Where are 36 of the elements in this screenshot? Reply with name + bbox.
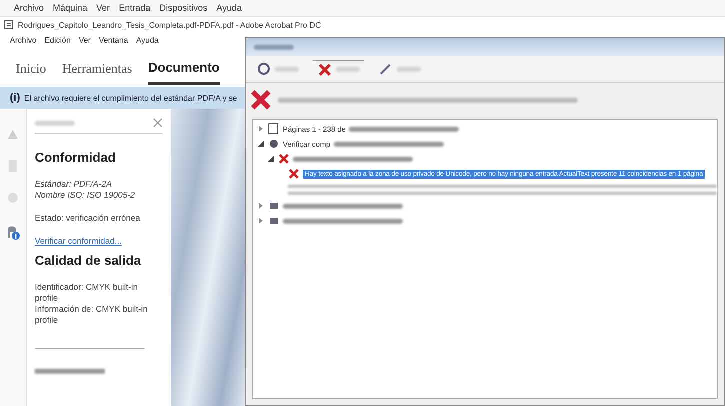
- menu-item[interactable]: Ver: [78, 36, 91, 44]
- property-text: Información de: CMYK built-in profile: [35, 304, 149, 326]
- window-title: Rodrigues_Capitolo_Leandro_Tesis_Completa.pdf-PDFA.pdf - Adobe Acrobat Pro DC: [18, 20, 322, 30]
- tab[interactable]: Herramientas: [62, 56, 132, 84]
- property-text: Estado: verificación errónea: [35, 213, 142, 224]
- menu-item[interactable]: Ventana: [98, 36, 128, 44]
- blurred-text: [35, 120, 75, 126]
- section-heading: Conformidad: [35, 150, 117, 165]
- results-button[interactable]: [313, 60, 364, 78]
- error-icon: [288, 168, 300, 180]
- menu-item[interactable]: Ayuda: [216, 3, 242, 13]
- error-icon: [250, 89, 272, 111]
- blurred-text: [254, 44, 294, 50]
- circle-icon: [6, 191, 20, 205]
- error-icon: [278, 153, 290, 165]
- tab[interactable]: Inicio: [16, 56, 46, 84]
- menu-item[interactable]: Entrada: [119, 3, 151, 13]
- menu-item[interactable]: Máquina: [53, 3, 88, 13]
- menu-item[interactable]: Edición: [44, 36, 71, 44]
- section-heading: Calidad de salida: [35, 253, 142, 268]
- page-icon: [268, 123, 280, 135]
- menu-item[interactable]: Dispositivos: [160, 3, 208, 13]
- menu-item[interactable]: Archivo: [14, 3, 44, 13]
- menu-item[interactable]: Ayuda: [136, 36, 159, 44]
- menu-item[interactable]: Archivo: [10, 36, 37, 44]
- menu-item[interactable]: Ver: [96, 3, 110, 13]
- verify-link[interactable]: Verificar conformidad...: [35, 236, 122, 246]
- cross-icon: [317, 62, 333, 78]
- info-icon: (i): [10, 92, 20, 104]
- property-text: Identificador: CMYK built-in profile: [35, 282, 139, 304]
- notification-text: El archivo requiere el cumplimiento del estándar PDF/A y se: [24, 94, 238, 102]
- document-icon: [4, 20, 14, 30]
- close-icon: [153, 118, 163, 128]
- property-text: Nombre ISO: ISO 19005-2: [35, 190, 136, 201]
- page-icon: [6, 159, 20, 173]
- property-text: Estándar: PDF/A-2A: [35, 179, 114, 190]
